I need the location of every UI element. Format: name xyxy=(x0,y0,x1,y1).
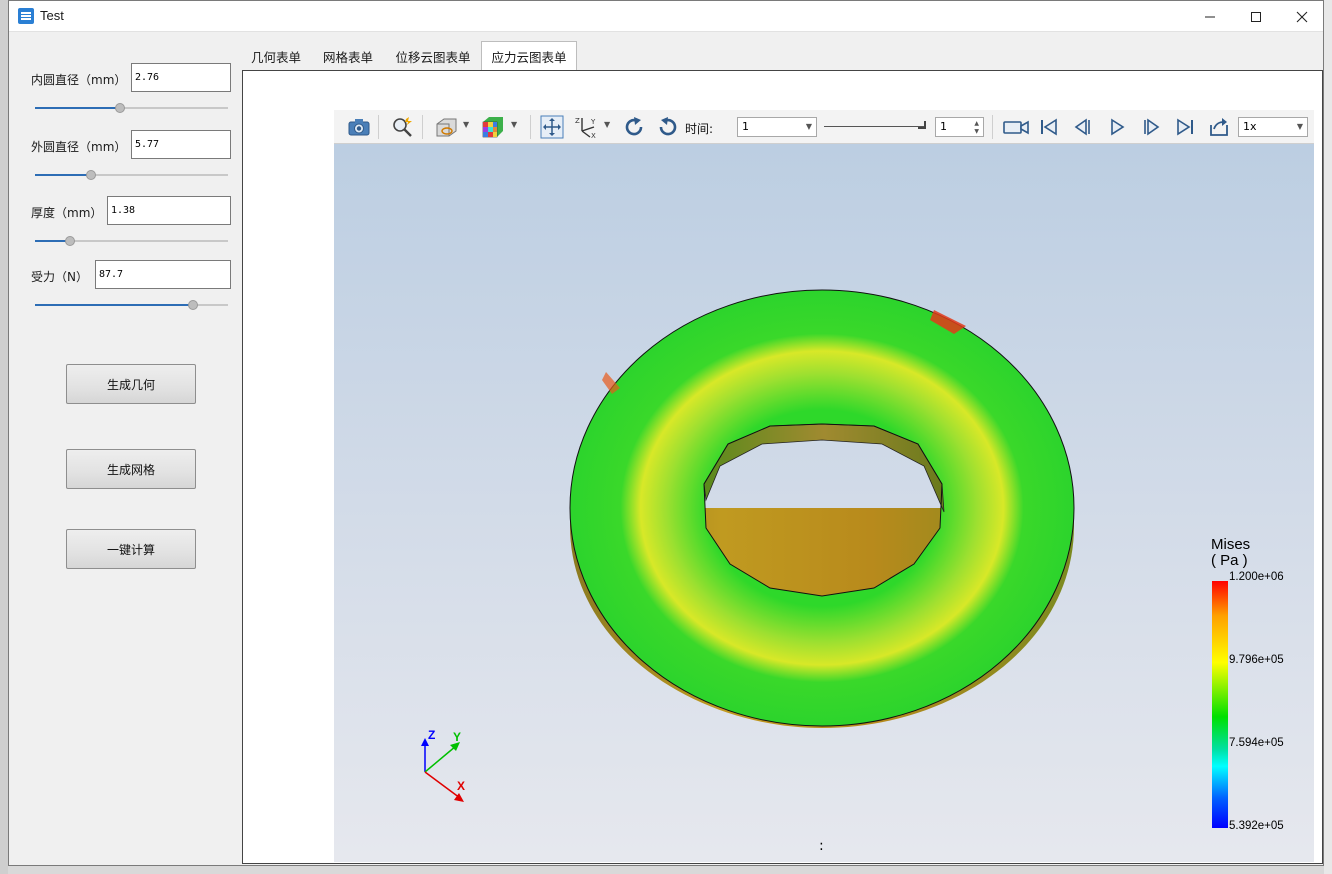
zoom-icon[interactable] xyxy=(390,115,414,139)
tab-stress[interactable]: 应力云图表单 xyxy=(481,41,577,71)
fit-view-icon[interactable] xyxy=(540,115,564,139)
speed-combo[interactable]: 1x ▼ xyxy=(1238,117,1308,137)
axis-x-label: X xyxy=(457,779,465,793)
prev-frame-icon[interactable] xyxy=(1071,115,1095,139)
slider-thumb[interactable] xyxy=(85,170,96,180)
legend-title: Mises xyxy=(1211,536,1251,553)
tab-mesh[interactable]: 网格表单 xyxy=(317,42,379,70)
camera-icon[interactable] xyxy=(347,115,371,139)
outer-diameter-slider[interactable] xyxy=(35,169,228,181)
legend-colorbar xyxy=(1212,581,1228,828)
viewer-toolbar: ▼ ▼ ZYX ▼ 时间: 1 ▼ 1 ▲ ▼ 1x ▼ xyxy=(334,110,1314,144)
axis-y-label: Y xyxy=(453,730,461,744)
render-canvas[interactable]: Z Y X Mises ( Pa ) 1.200e+06 9.796e+05 7… xyxy=(334,144,1314,862)
one-click-compute-button[interactable]: 一键计算 xyxy=(66,529,196,569)
rotate-ccw-icon[interactable] xyxy=(656,115,680,139)
generate-geometry-button[interactable]: 生成几何 xyxy=(66,364,196,404)
inner-diameter-input[interactable] xyxy=(131,63,231,92)
legend-max: 1.200e+06 xyxy=(1229,571,1284,583)
display-style-icon[interactable] xyxy=(434,115,458,139)
minimize-button[interactable] xyxy=(1187,1,1233,32)
svg-text:Z: Z xyxy=(575,117,580,125)
maximize-icon xyxy=(1251,11,1261,22)
legend-unit: ( Pa ) xyxy=(1211,552,1248,569)
inner-diameter-label: 内圆直径（mm） xyxy=(31,73,127,87)
slider-thumb[interactable] xyxy=(114,103,125,113)
legend-val-3: 7.594e+05 xyxy=(1229,737,1284,749)
svg-text:X: X xyxy=(591,132,596,139)
color-cube-icon[interactable] xyxy=(481,115,505,139)
force-slider[interactable] xyxy=(35,299,228,311)
export-icon[interactable] xyxy=(1207,115,1231,139)
desktop-edge-left xyxy=(0,0,8,874)
outer-diameter-input[interactable] xyxy=(131,130,231,159)
first-frame-icon[interactable] xyxy=(1037,115,1061,139)
record-icon[interactable] xyxy=(1002,115,1030,139)
play-icon[interactable] xyxy=(1105,115,1129,139)
outer-diameter-label: 外圆直径（mm） xyxy=(31,140,127,154)
window-title: Test xyxy=(40,8,64,23)
force-input[interactable] xyxy=(95,260,231,289)
thickness-slider[interactable] xyxy=(35,235,228,247)
slider-thumb[interactable] xyxy=(188,300,199,310)
result-viewer: ▼ ▼ ZYX ▼ 时间: 1 ▼ 1 ▲ ▼ 1x ▼ Z Y X Mises… xyxy=(334,110,1314,862)
legend-min: 5.392e+05 xyxy=(1229,820,1284,832)
tab-displacement[interactable]: 位移云图表单 xyxy=(389,42,477,70)
time-slider-handle[interactable] xyxy=(918,121,926,129)
svg-text:Y: Y xyxy=(590,118,596,126)
slider-thumb[interactable] xyxy=(64,236,75,246)
axes-icon[interactable]: Z YX xyxy=(574,115,598,139)
close-button[interactable] xyxy=(1279,1,1325,32)
title-bar: Test xyxy=(9,1,1323,32)
time-step-combo[interactable]: 1 ▼ xyxy=(737,117,817,137)
minimize-icon xyxy=(1205,16,1215,17)
axis-triad: Z Y X xyxy=(421,728,465,802)
maximize-button[interactable] xyxy=(1233,1,1279,32)
time-label: 时间: xyxy=(685,122,714,136)
thickness-input[interactable] xyxy=(107,196,231,225)
time-slider[interactable] xyxy=(824,126,926,127)
axis-z-label: Z xyxy=(428,728,435,742)
thickness-label: 厚度（mm） xyxy=(31,206,103,220)
close-icon xyxy=(1296,11,1308,22)
app-icon xyxy=(18,8,34,24)
status-colon: : xyxy=(819,838,824,854)
rotate-cw-icon[interactable] xyxy=(622,115,646,139)
desktop-edge-right xyxy=(1324,0,1332,874)
tab-geometry[interactable]: 几何表单 xyxy=(245,42,307,70)
time-spinbox[interactable]: 1 ▲ ▼ xyxy=(935,117,984,137)
generate-mesh-button[interactable]: 生成网格 xyxy=(66,449,196,489)
next-frame-icon[interactable] xyxy=(1139,115,1163,139)
last-frame-icon[interactable] xyxy=(1173,115,1197,139)
inner-diameter-slider[interactable] xyxy=(35,102,228,114)
legend-val-2: 9.796e+05 xyxy=(1229,654,1284,666)
force-label: 受力（N） xyxy=(31,270,88,284)
